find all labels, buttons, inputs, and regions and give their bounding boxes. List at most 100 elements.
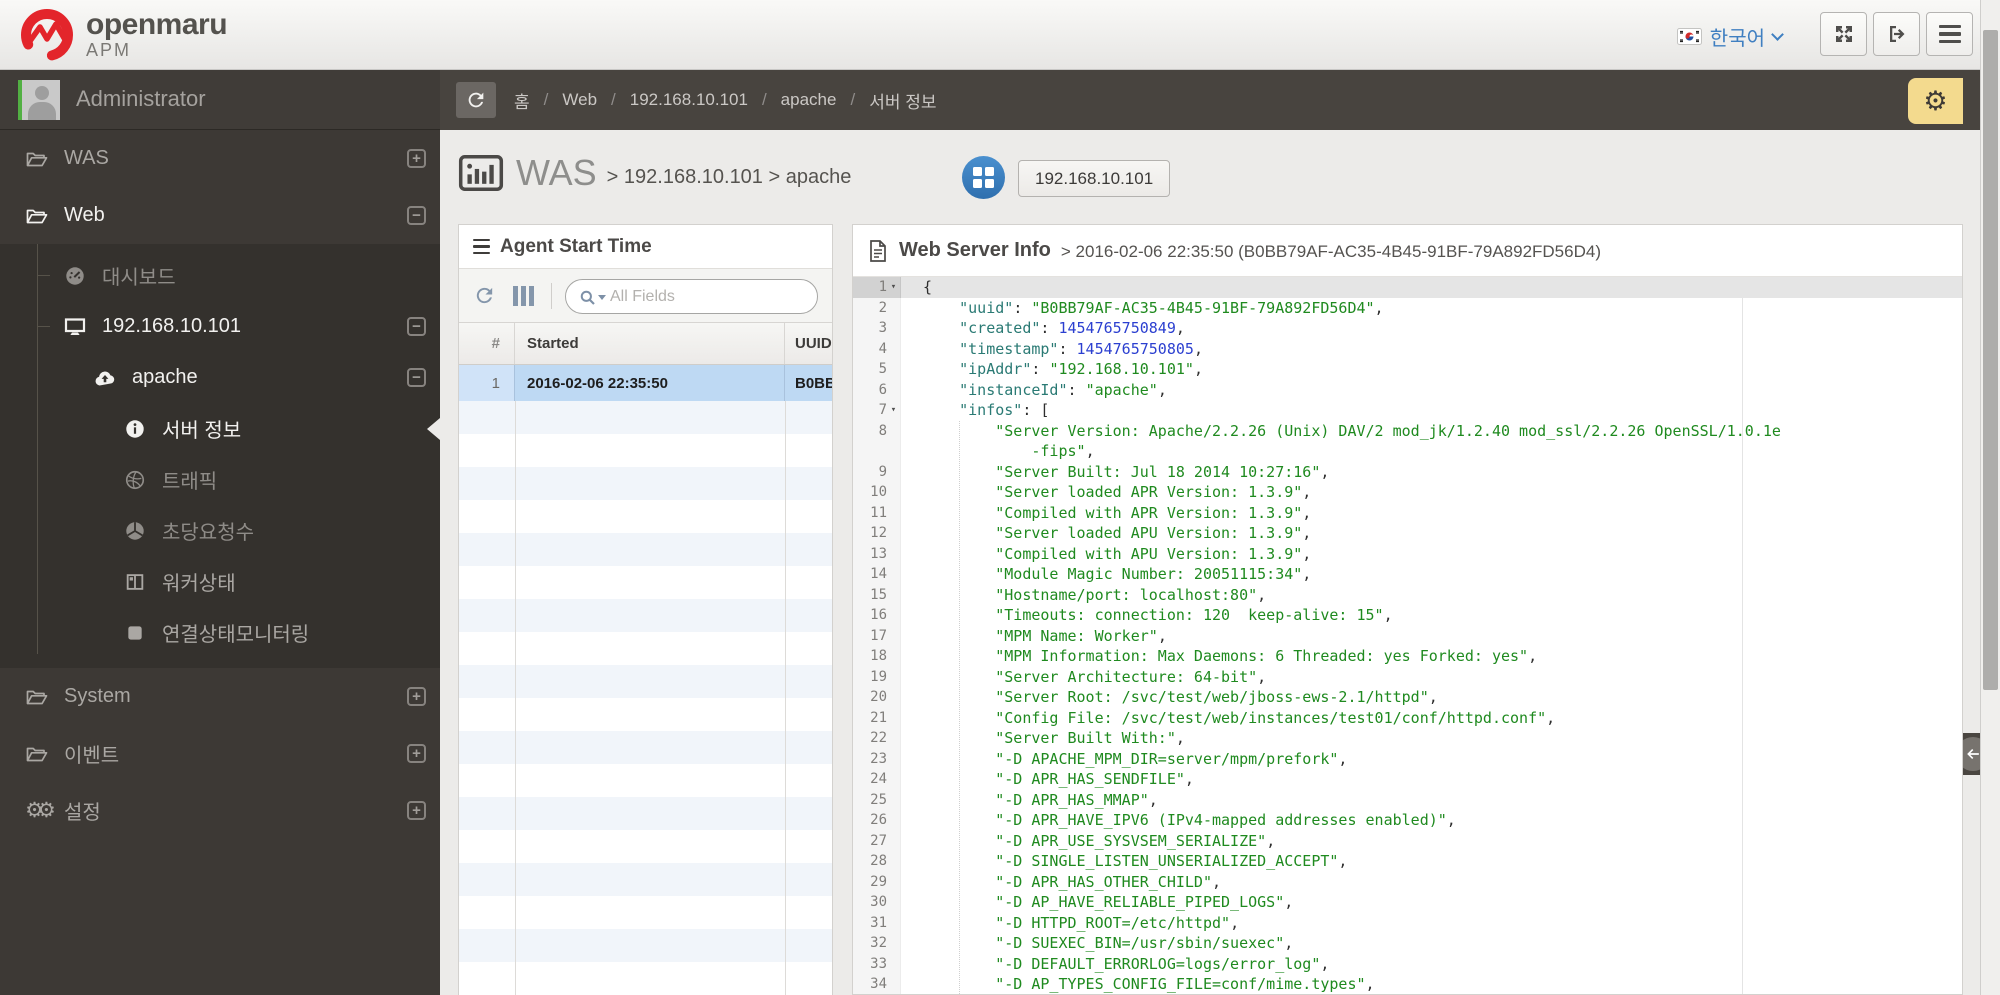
fold-caret-slot bbox=[887, 954, 900, 975]
sidebar-item--[interactable]: 대시보드 bbox=[0, 250, 440, 301]
grid-icon bbox=[973, 167, 994, 188]
refresh-icon bbox=[468, 92, 484, 108]
column-header-index[interactable]: # bbox=[459, 323, 515, 364]
table-row-selected[interactable]: 1 2016-02-06 22:35:50 B0BB79AF-AC35-4B45… bbox=[459, 365, 832, 401]
gutter-cell: 26 bbox=[853, 810, 901, 831]
language-selector[interactable]: 한국어 bbox=[1676, 22, 1784, 51]
sidebar-item--[interactable]: ⚙⚙ 설정 + bbox=[0, 782, 440, 839]
menu-button[interactable] bbox=[1926, 12, 1973, 56]
breadcrumb-instance[interactable]: apache bbox=[781, 90, 837, 110]
line-number: 6 bbox=[878, 381, 887, 398]
gutter-cell: 11 bbox=[853, 502, 901, 523]
breadcrumb-server[interactable]: 192.168.10.101 bbox=[630, 90, 748, 110]
expand-icon[interactable]: + bbox=[407, 744, 426, 763]
sidebar-item-192.168.10.101[interactable]: 192.168.10.101 − bbox=[0, 301, 440, 352]
gutter-cell: 19 bbox=[853, 666, 901, 687]
fold-caret-slot bbox=[887, 626, 900, 647]
breadcrumb-current[interactable]: 서버 정보 bbox=[869, 88, 936, 113]
server-chip[interactable]: 192.168.10.101 bbox=[1018, 160, 1171, 197]
code-line: 15 "Hostname/port: localhost:80", bbox=[853, 584, 1962, 605]
fold-caret-slot bbox=[887, 933, 900, 954]
column-header-started[interactable]: Started bbox=[515, 323, 785, 364]
gutter-cell: 6 bbox=[853, 379, 901, 401]
web-subtree: 대시보드 192.168.10.101 − apache − 서버 정보 트래픽 초당요청수 워… bbox=[0, 244, 440, 668]
fold-caret-slot bbox=[887, 544, 900, 565]
columns-icon bbox=[122, 571, 148, 593]
gutter-cell: 14 bbox=[853, 564, 901, 585]
sidebar-item-apache[interactable]: apache − bbox=[0, 352, 440, 403]
square-icon bbox=[122, 623, 148, 643]
code-line: 12 "Server loaded APU Version: 1.3.9", bbox=[853, 523, 1962, 544]
page-scrollbar[interactable] bbox=[1980, 0, 2000, 995]
refresh-button[interactable] bbox=[456, 82, 496, 118]
code-text: "-D AP_HAVE_RELIABLE_PIPED_LOGS", bbox=[995, 893, 1294, 911]
server-grid-button[interactable] bbox=[962, 156, 1005, 199]
panel-menu-icon[interactable] bbox=[473, 238, 490, 255]
expand-icon[interactable]: + bbox=[407, 149, 426, 168]
code-text: "Server loaded APU Version: 1.3.9", bbox=[995, 524, 1312, 542]
fold-caret-slot bbox=[887, 298, 900, 319]
sidebar-item--[interactable]: 서버 정보 bbox=[0, 403, 440, 454]
grid-refresh-button[interactable] bbox=[473, 284, 496, 307]
collapse-icon[interactable]: − bbox=[407, 368, 426, 387]
fold-caret-icon[interactable]: ▾ bbox=[887, 277, 900, 298]
sidebar-item-label: 대시보드 bbox=[102, 267, 176, 289]
gutter-cell: 28 bbox=[853, 851, 901, 872]
expand-icon[interactable]: + bbox=[407, 801, 426, 820]
line-number: 3 bbox=[878, 320, 887, 336]
sidebar-item-label: Web bbox=[64, 204, 105, 226]
column-divider bbox=[785, 401, 786, 995]
breadcrumb-home[interactable]: 홈 bbox=[514, 88, 530, 113]
collapse-icon[interactable]: − bbox=[407, 317, 426, 336]
sidebar-item-Web[interactable]: Web − bbox=[0, 187, 440, 244]
search-icon bbox=[580, 290, 595, 305]
app-window: openmaru APM 한국어 Administrator 홈 / Web /… bbox=[0, 0, 2000, 995]
user-bar[interactable]: Administrator bbox=[0, 70, 440, 130]
sidebar-item-label: 설정 bbox=[64, 802, 101, 824]
sidebar: WAS + Web − 대시보드 192.168.10.101 − apache − 서버 정보 트… bbox=[0, 130, 440, 995]
expand-icon[interactable]: + bbox=[407, 687, 426, 706]
sidebar-item--[interactable]: 이벤트 + bbox=[0, 725, 440, 782]
code-line: 28 "-D SINGLE_LISTEN_UNSERIALIZED_ACCEPT… bbox=[853, 851, 1962, 872]
columns-button[interactable] bbox=[513, 286, 534, 306]
sidebar-item-WAS[interactable]: WAS + bbox=[0, 130, 440, 187]
line-number: 18 bbox=[870, 648, 887, 664]
code-text: "-D SINGLE_LISTEN_UNSERIALIZED_ACCEPT", bbox=[995, 852, 1348, 870]
fold-caret-slot bbox=[887, 974, 900, 994]
line-number: 2 bbox=[878, 299, 887, 316]
code-line: 26 "-D APR_HAVE_IPV6 (IPv4-mapped addres… bbox=[853, 810, 1962, 831]
code-text: "-D SUEXEC_BIN=/usr/sbin/suexec", bbox=[995, 934, 1294, 952]
sidebar-item-System[interactable]: System + bbox=[0, 668, 440, 725]
logout-button[interactable] bbox=[1873, 12, 1920, 56]
language-label: 한국어 bbox=[1709, 28, 1765, 50]
line-number: 29 bbox=[870, 873, 887, 890]
fold-caret-slot bbox=[887, 687, 900, 708]
breadcrumb-web[interactable]: Web bbox=[562, 90, 597, 110]
search-input[interactable] bbox=[610, 281, 780, 312]
collapse-icon[interactable]: − bbox=[407, 206, 426, 225]
line-number: 20 bbox=[870, 689, 887, 705]
fullscreen-button[interactable] bbox=[1820, 12, 1867, 56]
settings-tab-button[interactable]: ⚙ bbox=[1908, 78, 1963, 124]
fold-caret-slot bbox=[887, 380, 900, 401]
page-title-row: WAS > 192.168.10.101 > apache bbox=[458, 152, 851, 194]
line-number: 21 bbox=[870, 709, 887, 726]
sidebar-item-label: System bbox=[64, 685, 131, 707]
column-header-uuid[interactable]: UUID bbox=[785, 323, 832, 364]
sidebar-item--[interactable]: 연결상태모니터링 bbox=[0, 607, 440, 658]
fold-caret-icon[interactable]: ▾ bbox=[887, 400, 900, 421]
scrollbar-thumb[interactable] bbox=[1983, 30, 1998, 690]
fold-caret-slot bbox=[887, 708, 900, 729]
gutter-cell bbox=[853, 441, 901, 462]
agent-panel-title: Agent Start Time bbox=[500, 235, 652, 257]
search-caret-icon[interactable] bbox=[598, 295, 606, 300]
json-code-editor[interactable]: 1 ▾{2 "uuid": "B0BB79AF-AC35-4B45-91BF-79… bbox=[853, 277, 1962, 994]
sidebar-item--[interactable]: 트래픽 bbox=[0, 454, 440, 505]
table-empty-rows bbox=[459, 401, 832, 995]
line-number: 24 bbox=[870, 771, 887, 787]
web-server-info-panel: Web Server Info > 2016-02-06 22:35:50 (B… bbox=[852, 224, 1963, 995]
gutter-cell: 5 bbox=[853, 359, 901, 380]
line-number: 25 bbox=[870, 791, 887, 808]
sidebar-item--[interactable]: 초당요청수 bbox=[0, 505, 440, 556]
sidebar-item--[interactable]: 워커상태 bbox=[0, 556, 440, 607]
